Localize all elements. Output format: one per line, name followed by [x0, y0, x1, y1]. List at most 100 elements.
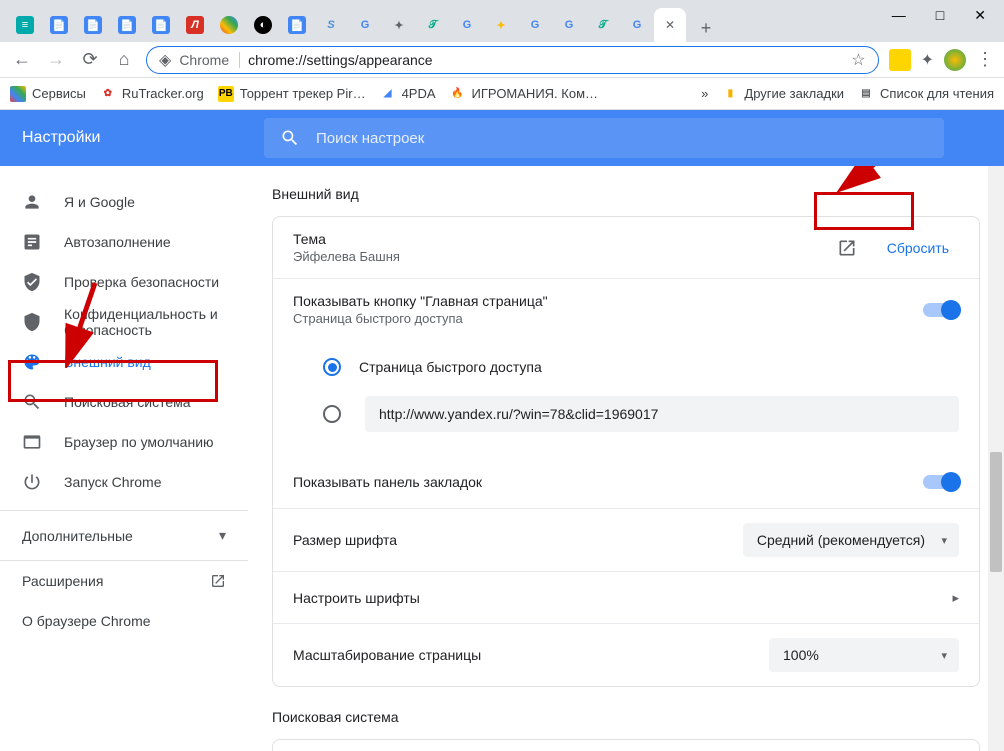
favicon: G — [628, 16, 646, 34]
site-info-icon[interactable]: ◈ — [159, 50, 171, 70]
tab-5[interactable]: 📄 — [144, 8, 178, 42]
address-bar[interactable]: ◈ Chrome chrome://settings/appearance ☆ — [146, 46, 879, 74]
tab-10[interactable]: S — [314, 8, 348, 42]
maximize-button[interactable]: □ — [936, 7, 944, 23]
bookmark-igromania[interactable]: 🔥ИГРОМАНИЯ. Ком… — [450, 86, 598, 102]
home-label: Показывать кнопку "Главная страница" — [293, 293, 548, 309]
radio-custom-url[interactable] — [323, 386, 959, 442]
favicon: 📄 — [152, 16, 170, 34]
tab-9[interactable]: 📄 — [280, 8, 314, 42]
tab-16[interactable]: G — [518, 8, 552, 42]
sidebar-item-autofill[interactable]: Автозаполнение — [0, 222, 248, 262]
bookmarks-bar-row: Показывать панель закладок — [273, 456, 979, 508]
theme-row: Тема Эйфелева Башня Сбросить — [273, 217, 979, 278]
tab-15[interactable]: ✦ — [484, 8, 518, 42]
theme-label: Тема — [293, 231, 400, 247]
favicon: ✿ — [100, 86, 116, 102]
menu-icon[interactable]: ⋮ — [976, 49, 994, 70]
search-icon — [22, 392, 42, 412]
sidebar-item-safety-check[interactable]: Проверка безопасности — [0, 262, 248, 302]
extension-icon-1[interactable] — [889, 49, 911, 71]
font-size-label: Размер шрифта — [293, 532, 397, 548]
favicon: G — [526, 16, 544, 34]
tab-11[interactable]: G — [348, 8, 382, 42]
forward-button: → — [44, 49, 68, 70]
sidebar-item-you-and-google[interactable]: Я и Google — [0, 182, 248, 222]
favicon: G — [560, 16, 578, 34]
tab-12[interactable]: ✦ — [382, 8, 416, 42]
bookmarks-bar-label: Показывать панель закладок — [293, 474, 482, 490]
sidebar-item-default-browser[interactable]: Браузер по умолчанию — [0, 422, 248, 462]
minimize-button[interactable]: — — [892, 7, 906, 23]
home-button[interactable]: ⌂ — [112, 49, 136, 70]
tab-7[interactable] — [212, 8, 246, 42]
custom-fonts-row[interactable]: Настроить шрифты ▸ — [273, 571, 979, 623]
bookmark-torrent[interactable]: PBТоррент трекер Pir… — [218, 86, 366, 102]
radio-ntp[interactable]: Страница быстрого доступа — [323, 348, 959, 386]
favicon: PB — [218, 86, 234, 102]
sidebar-advanced[interactable]: Дополнительные▾ — [0, 510, 248, 560]
profile-avatar[interactable] — [944, 49, 966, 71]
zoom-row: Масштабирование страницы 100% — [273, 623, 979, 686]
close-button[interactable]: ✕ — [974, 7, 986, 24]
settings-search-input[interactable] — [316, 130, 928, 147]
favicon: ✦ — [390, 16, 408, 34]
favicon: ◢ — [380, 86, 396, 102]
bookmarks-bar-toggle[interactable] — [923, 475, 959, 489]
settings-search[interactable] — [264, 118, 944, 158]
favicon: S — [322, 16, 340, 34]
extensions-icon[interactable]: ✦ — [921, 50, 934, 70]
other-bookmarks[interactable]: ▮Другие закладки — [722, 86, 844, 102]
new-tab-button[interactable]: + — [692, 14, 720, 42]
favicon: ◐ — [254, 16, 272, 34]
scrollbar[interactable] — [988, 166, 1004, 751]
sidebar-extensions[interactable]: Расширения — [0, 561, 248, 601]
bookmarks-overflow[interactable]: » — [701, 86, 708, 101]
settings-content: Внешний вид Тема Эйфелева Башня Сбросить… — [248, 166, 1004, 751]
close-icon[interactable]: ✕ — [665, 18, 675, 32]
apps-shortcut[interactable]: Сервисы — [10, 86, 86, 102]
favicon: 𝒯 — [594, 16, 612, 34]
home-radio-group: Страница быстрого доступа — [273, 340, 979, 456]
search-icon — [280, 128, 300, 148]
sidebar-item-search-engine[interactable]: Поисковая система — [0, 382, 248, 422]
favicon: 𝒯 — [424, 16, 442, 34]
tab-8[interactable]: ◐ — [246, 8, 280, 42]
back-button[interactable]: ← — [10, 49, 34, 70]
tab-19[interactable]: G — [620, 8, 654, 42]
sidebar-about[interactable]: О браузере Chrome — [0, 601, 248, 641]
url-text: chrome://settings/appearance — [248, 52, 843, 68]
tab-3[interactable]: 📄 — [76, 8, 110, 42]
reading-list[interactable]: ▤Список для чтения — [858, 86, 994, 102]
custom-fonts-label: Настроить шрифты — [293, 590, 420, 606]
reload-button[interactable]: ⟳ — [78, 49, 102, 70]
person-icon — [22, 192, 42, 212]
radio-icon — [323, 358, 341, 376]
font-size-select[interactable]: Средний (рекомендуется) — [743, 523, 959, 557]
bookmark-4pda[interactable]: ◢4PDA — [380, 86, 436, 102]
tab-1[interactable]: ≡ — [8, 8, 42, 42]
chevron-down-icon: ▾ — [219, 527, 226, 544]
reset-theme-button[interactable]: Сбросить — [877, 234, 959, 262]
open-in-new-icon — [210, 573, 226, 589]
scrollbar-thumb[interactable] — [990, 452, 1002, 572]
favicon: G — [458, 16, 476, 34]
sidebar-item-on-startup[interactable]: Запуск Chrome — [0, 462, 248, 502]
tab-17[interactable]: G — [552, 8, 586, 42]
sidebar-item-appearance[interactable]: Внешний вид — [0, 342, 248, 382]
open-in-new-icon[interactable] — [837, 238, 857, 258]
home-button-toggle[interactable] — [923, 303, 959, 317]
tab-14[interactable]: G — [450, 8, 484, 42]
tab-13[interactable]: 𝒯 — [416, 8, 450, 42]
bookmark-star-icon[interactable]: ☆ — [851, 50, 865, 70]
appearance-card: Тема Эйфелева Башня Сбросить Показывать … — [272, 216, 980, 687]
sidebar-item-privacy[interactable]: Конфиденциальность и безопасность — [0, 302, 248, 342]
tab-6[interactable]: Л — [178, 8, 212, 42]
bookmark-rutracker[interactable]: ✿RuTracker.org — [100, 86, 204, 102]
zoom-select[interactable]: 100% — [769, 638, 959, 672]
tab-active-settings[interactable]: ✕ — [654, 8, 686, 42]
tab-18[interactable]: 𝒯 — [586, 8, 620, 42]
tab-2[interactable]: 📄 — [42, 8, 76, 42]
tab-4[interactable]: 📄 — [110, 8, 144, 42]
home-url-input[interactable] — [365, 396, 959, 432]
